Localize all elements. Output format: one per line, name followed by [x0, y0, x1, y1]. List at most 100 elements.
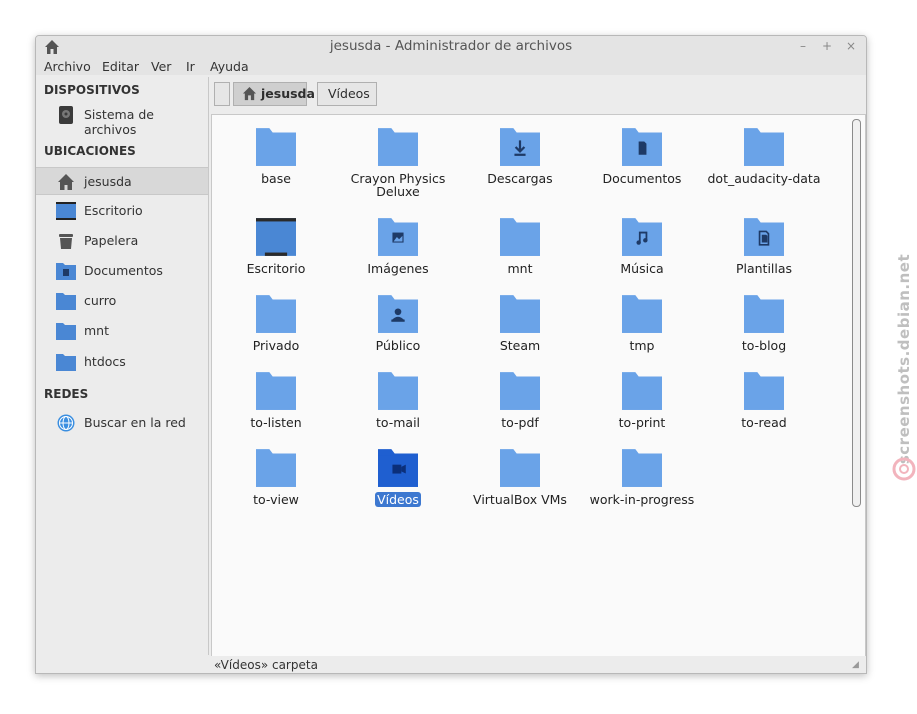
file-item-label: mnt: [462, 262, 578, 275]
menu-ver[interactable]: Ver: [151, 58, 171, 75]
sidebar-item-label: mnt: [84, 323, 109, 338]
file-item[interactable]: to-mail: [340, 372, 456, 429]
sidebar-item-label: Buscar en la red: [84, 415, 186, 430]
file-item[interactable]: mnt: [462, 218, 578, 275]
sidebar-item-escritorio[interactable]: Escritorio: [36, 197, 208, 225]
file-item-text: Escritorio: [246, 261, 306, 276]
folder-icon: [56, 293, 76, 310]
file-item-text: dot_audacity-data: [707, 171, 821, 186]
file-item[interactable]: base: [218, 128, 334, 185]
file-item-text: to-pdf: [501, 415, 539, 430]
music-folder-icon: [622, 218, 662, 256]
minimize-button[interactable]: –: [796, 39, 810, 53]
menu-bar: Archivo Editar Ver Ir Ayuda: [36, 58, 866, 75]
download-folder-icon: [500, 128, 540, 166]
sidebar-item-label: Documentos: [84, 263, 163, 278]
file-item-text: to-read: [741, 415, 787, 430]
file-item[interactable]: tmp: [584, 295, 700, 352]
public-folder-icon: [378, 295, 418, 333]
sidebar-item-label: Sistema de archivos: [84, 107, 154, 137]
path-lead-button[interactable]: [214, 82, 230, 106]
file-item[interactable]: VirtualBox VMs: [462, 449, 578, 506]
file-item-label: to-listen: [218, 416, 334, 429]
sidebar-item-filesystem[interactable]: Sistema de archivos: [36, 101, 208, 137]
file-item-text: work-in-progress: [589, 492, 695, 507]
file-item-label: to-pdf: [462, 416, 578, 429]
file-item[interactable]: work-in-progress: [584, 449, 700, 506]
menu-ir[interactable]: Ir: [186, 58, 195, 75]
menu-ayuda[interactable]: Ayuda: [210, 58, 249, 75]
file-item[interactable]: to-view: [218, 449, 334, 506]
file-item-label: Privado: [218, 339, 334, 352]
file-item[interactable]: Crayon Physics Deluxe: [340, 128, 456, 198]
path-bar: jesusda Vídeos: [211, 77, 866, 112]
menu-editar[interactable]: Editar: [102, 58, 139, 75]
sidebar-item-htdocs[interactable]: htdocs: [36, 348, 208, 376]
file-item[interactable]: Música: [584, 218, 700, 275]
sidebar-item-mnt[interactable]: mnt: [36, 317, 208, 345]
folder-icon: [744, 295, 784, 333]
file-item-text: to-mail: [375, 415, 421, 430]
file-item-label: Vídeos: [340, 492, 456, 507]
status-text: «Vídeos» carpeta: [214, 658, 318, 672]
file-item[interactable]: Escritorio: [218, 218, 334, 275]
file-item-label: Imágenes: [340, 262, 456, 275]
file-item-label: work-in-progress: [584, 493, 700, 506]
folder-icon: [622, 372, 662, 410]
vertical-scrollbar[interactable]: [852, 119, 861, 507]
file-item[interactable]: Privado: [218, 295, 334, 352]
close-button[interactable]: ×: [844, 39, 858, 53]
breadcrumb-home[interactable]: jesusda: [233, 82, 315, 106]
sidebar-item-curro[interactable]: curro: [36, 287, 208, 315]
file-item[interactable]: Vídeos: [340, 449, 456, 507]
file-item-label: base: [218, 172, 334, 185]
file-item[interactable]: Steam: [462, 295, 578, 352]
breadcrumb-current[interactable]: Vídeos: [317, 82, 377, 106]
file-item-label: to-blog: [706, 339, 822, 352]
folder-icon: [744, 128, 784, 166]
sidebar-item-jesusda[interactable]: jesusda: [36, 167, 208, 195]
file-item[interactable]: Documentos: [584, 128, 700, 185]
menu-archivo[interactable]: Archivo: [44, 58, 91, 75]
folder-icon: [256, 372, 296, 410]
maximize-button[interactable]: +: [820, 39, 834, 53]
sidebar-item-documentos[interactable]: Documentos: [36, 257, 208, 285]
folder-icon: [500, 372, 540, 410]
file-view[interactable]: base Crayon Physics Deluxe Descargas Docume…: [211, 114, 866, 657]
resize-grip-icon[interactable]: ◢: [852, 660, 860, 670]
file-item-text: Público: [375, 338, 421, 353]
folder-icon: [500, 295, 540, 333]
network-header: REDES: [44, 387, 89, 401]
file-item-text: base: [261, 171, 291, 186]
file-item-label: Descargas: [462, 172, 578, 185]
file-item-label: Público: [340, 339, 456, 352]
file-item-label: VirtualBox VMs: [462, 493, 578, 506]
sidebar-item-label: curro: [84, 293, 117, 308]
file-item[interactable]: to-read: [706, 372, 822, 429]
file-item[interactable]: dot_audacity-data: [706, 128, 822, 185]
file-item[interactable]: to-blog: [706, 295, 822, 352]
sidebar-item-papelera[interactable]: Papelera: [36, 227, 208, 255]
file-item-text: to-blog: [741, 338, 787, 353]
file-item[interactable]: Público: [340, 295, 456, 352]
documents-folder-icon: [56, 263, 76, 280]
file-item-text: Crayon Physics Deluxe: [350, 171, 446, 199]
file-item-text: Plantillas: [735, 261, 793, 276]
title-bar[interactable]: jesusda - Administrador de archivos – + …: [36, 36, 866, 58]
file-manager-window: jesusda - Administrador de archivos – + …: [35, 35, 867, 674]
file-item[interactable]: Plantillas: [706, 218, 822, 275]
file-item-label: tmp: [584, 339, 700, 352]
home-icon: [58, 174, 74, 190]
sidebar-item-browse-network[interactable]: Buscar en la red: [36, 409, 208, 437]
sidebar-item-label: Escritorio: [84, 203, 143, 218]
file-item-text: VirtualBox VMs: [473, 492, 567, 507]
folder-icon: [622, 449, 662, 487]
file-item[interactable]: Imágenes: [340, 218, 456, 275]
file-item[interactable]: to-listen: [218, 372, 334, 429]
window-title: jesusda - Administrador de archivos: [329, 38, 573, 54]
file-item-text: Documentos: [602, 171, 682, 186]
file-item[interactable]: to-pdf: [462, 372, 578, 429]
folder-icon: [500, 449, 540, 487]
file-item[interactable]: Descargas: [462, 128, 578, 185]
file-item[interactable]: to-print: [584, 372, 700, 429]
